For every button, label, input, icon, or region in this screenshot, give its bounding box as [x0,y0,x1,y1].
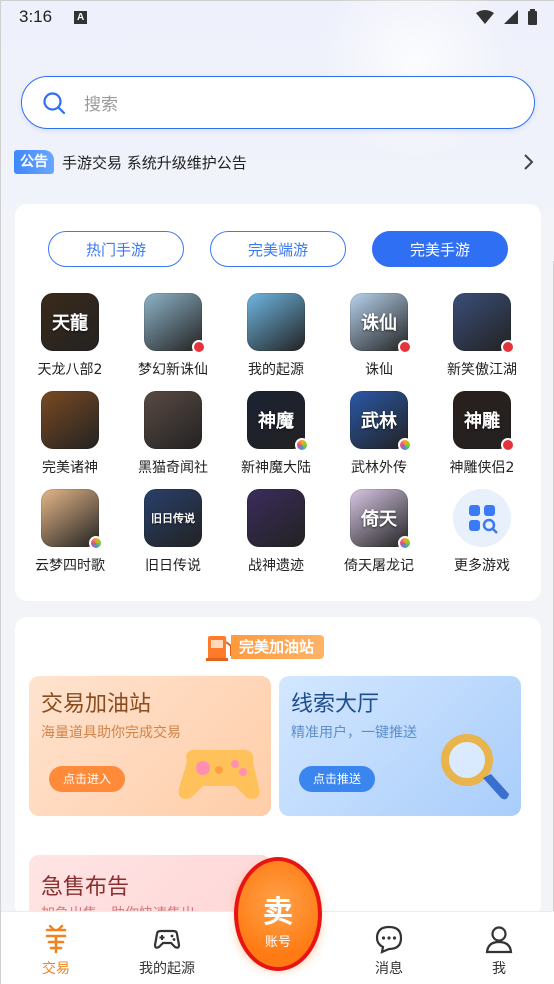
platform-badge-icon [501,438,515,452]
tab-hot-mobile[interactable]: 热门手游 [48,231,184,267]
clue-hall-banner[interactable]: 线索大厅 精准用户，一键推送 点击推送 [279,676,521,816]
game-icon: 旧日传说 [144,489,202,547]
search-icon [43,91,66,114]
notice-bar[interactable]: 公告 手游交易 系统升级维护公告 [14,147,534,177]
game-name: 黑猫奇闻社 [138,460,208,476]
promo-subtitle: 海量道具助你完成交易 [41,725,181,741]
game-name: 旧日传说 [145,558,201,574]
push-button[interactable]: 点击推送 [299,766,376,792]
game-name: 倚天屠龙记 [344,558,414,574]
sell-sub-label: 账号 [264,935,291,950]
game-item[interactable]: 神魔 新神魔大陆 [225,391,327,487]
game-icon [144,391,202,449]
perfect-badge-icon [398,536,412,550]
sell-account-button[interactable]: 卖 账号 [237,861,319,967]
game-item[interactable]: 诛仙 诛仙 [328,293,430,389]
game-name: 我的起源 [248,362,304,378]
tabbar-label: 我 [492,961,506,977]
game-name: 云梦四时歌 [35,558,105,574]
perfect-badge-icon [295,438,309,452]
platform-badge-icon [501,340,515,354]
gamepad-icon [178,749,260,799]
game-item[interactable]: 旧日传说 旧日传说 [122,489,224,585]
more-games-icon [453,489,511,547]
tabbar-label: 消息 [375,961,403,977]
game-name: 神雕侠侣2 [449,460,515,476]
tabbar-origin[interactable]: 我的起源 [122,912,212,984]
trade-icon [45,924,67,954]
game-name: 诛仙 [365,362,393,378]
magnifier-icon [441,734,509,800]
station-label: 完美加油站 [231,635,325,659]
game-name: 更多游戏 [454,558,510,574]
game-item[interactable]: 更多游戏 [431,489,533,585]
signal-icon [504,10,518,24]
perfect-badge-icon [89,536,103,550]
chevron-right-icon [524,154,534,170]
promo-title: 交易加油站 [41,692,152,717]
promo-subtitle: 精准用户，一键推送 [291,725,417,741]
tabbar-label: 交易 [42,961,70,977]
perfect-badge-icon [398,438,412,452]
urgent-sale-banner[interactable]: 急售布告 加急出售，助你快速售出 [29,855,271,917]
station-tag: 完美加油站 [205,632,325,662]
promo-title: 线索大厅 [291,692,380,717]
notice-badge: 公告 [14,150,54,174]
trade-station-banner[interactable]: 交易加油站 海量道具助你完成交易 点击进入 [29,676,271,816]
game-item[interactable]: 战神遗迹 [225,489,327,585]
game-name: 天龙八部2 [37,362,103,378]
tabbar-trade[interactable]: 交易 [11,912,101,984]
tab-perfect-mobile[interactable]: 完美手游 [372,231,508,267]
category-tabs: 热门手游 完美端游 完美手游 [48,231,508,267]
game-item[interactable]: 天龍天龙八部2 [19,293,121,389]
game-item[interactable]: 武林 武林外传 [328,391,430,487]
enter-button[interactable]: 点击进入 [49,766,126,792]
gamepad-icon [153,929,181,949]
search-placeholder: 搜索 [84,95,118,115]
wifi-icon [476,10,494,24]
game-item[interactable]: 梦幻新诛仙 [122,293,224,389]
game-item[interactable]: 我的起源 [225,293,327,389]
platform-badge-icon [192,340,206,354]
urgent-title: 急售布告 [41,875,130,900]
notice-text: 手游交易 系统升级维护公告 [62,153,247,172]
game-item[interactable]: 黑猫奇闻社 [122,391,224,487]
game-name: 梦幻新诛仙 [138,362,208,378]
tabbar-messages[interactable]: 消息 [344,912,434,984]
game-card: 热门手游 完美端游 完美手游 天龍天龙八部2 梦幻新诛仙 我的起源 诛仙 诛仙新笑傲江湖… [15,204,541,601]
game-item[interactable]: 倚天 倚天屠龙记 [328,489,430,585]
status-time: 3:16 [19,7,53,26]
platform-badge-icon [398,340,412,354]
game-name: 新笑傲江湖 [447,362,517,378]
sell-main-label: 卖 [263,895,293,930]
tabbar-label: 我的起源 [139,961,195,977]
game-name: 完美诸神 [42,460,98,476]
tab-perfect-pc[interactable]: 完美端游 [210,231,346,267]
game-icon [41,391,99,449]
game-item[interactable]: 云梦四时歌 [19,489,121,585]
game-item[interactable]: 神雕 神雕侠侣2 [431,391,533,487]
search-input[interactable]: 搜索 [21,76,535,129]
status-bar: 3:16 A [1,1,554,33]
accessibility-icon: A [74,10,88,24]
game-name: 武林外传 [351,460,407,476]
tabbar-me[interactable]: 我 [454,912,544,984]
game-name: 新神魔大陆 [241,460,311,476]
game-icon: 天龍 [41,293,99,351]
battery-icon [528,9,537,25]
person-icon [485,926,513,954]
chat-bubble-icon [375,925,403,954]
game-icon [247,489,305,547]
game-name: 战神遗迹 [248,558,304,574]
game-icon [247,293,305,351]
game-item[interactable]: 新笑傲江湖 [431,293,533,389]
game-item[interactable]: 完美诸神 [19,391,121,487]
